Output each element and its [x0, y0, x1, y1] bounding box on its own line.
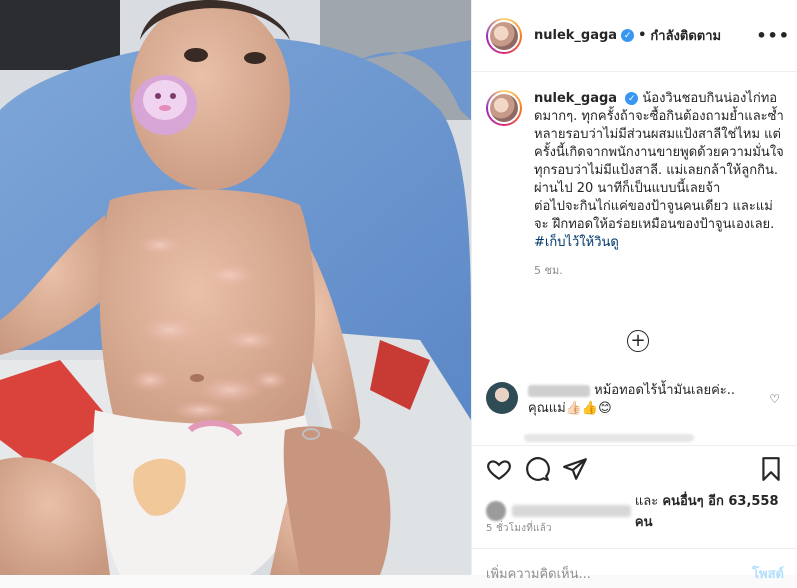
heart-icon[interactable] [486, 456, 512, 482]
caption-username[interactable]: nulek_gaga [534, 91, 617, 106]
comment-body: หม้อทอดไร้น้ำมันเลยค่ะ.. คุณแม่👍🏻👍😊 [528, 382, 758, 418]
caption-body: nulek_gaga ✓ น้องวินชอบกินน่องไก่ทอดมากๆ… [534, 90, 786, 280]
verified-badge-icon: ✓ [621, 29, 635, 42]
send-icon[interactable] [562, 456, 588, 482]
avatar-image [488, 92, 520, 124]
next-comment-preview [524, 434, 694, 442]
commenter-username[interactable] [528, 384, 590, 397]
likes-text: และ คนอื่นๆ อีก 63,558 คน [635, 490, 797, 532]
author-username[interactable]: nulek_gaga [534, 28, 617, 43]
liker-avatar[interactable] [486, 501, 506, 521]
post-comment-button[interactable]: โพสต์ [752, 563, 784, 584]
avatar-image [488, 19, 520, 52]
comment-input[interactable]: เพิ่มความคิดเห็น... [486, 563, 591, 584]
post-photo[interactable] [0, 0, 471, 575]
comment-like-heart-icon[interactable]: ♡ [769, 392, 780, 406]
commenter-avatar[interactable] [486, 382, 518, 414]
instagram-post: nulek_gaga ✓ • กำลังติดตาม ••• nulek_gag… [0, 0, 797, 582]
post-header: nulek_gaga ✓ • กำลังติดตาม ••• [472, 0, 797, 72]
liker-username[interactable] [511, 505, 631, 517]
bookmark-icon[interactable] [758, 456, 784, 482]
caption-text: น้องวินชอบกินน่องไก่ทอดมากๆ. ทุกครั้งถ้า… [534, 91, 784, 232]
baby-photo-illustration [0, 0, 471, 575]
author-avatar[interactable] [486, 17, 522, 54]
comment-icon[interactable] [524, 456, 550, 482]
add-comment-bar: เพิ่มความคิดเห็น... โพสต์ [472, 548, 797, 588]
following-button[interactable]: กำลังติดตาม [650, 25, 721, 46]
more-options-icon[interactable]: ••• [756, 26, 790, 45]
caption-avatar[interactable] [486, 90, 522, 126]
likes-prefix: และ [634, 494, 663, 509]
caption-time[interactable]: 5 ชม. [534, 262, 786, 280]
verified-badge-icon: ✓ [625, 92, 639, 105]
load-more-comments-icon[interactable]: + [627, 330, 649, 352]
post-actions-bar [472, 445, 797, 485]
post-caption: nulek_gaga ✓ น้องวินชอบกินน่องไก่ทอดมากๆ… [486, 90, 786, 280]
separator-dot: • [638, 28, 647, 43]
comment-item: หม้อทอดไร้น้ำมันเลยค่ะ.. คุณแม่👍🏻👍😊 ♡ [486, 382, 786, 418]
caption-hashtag[interactable]: #เก็บไว้ให้วินดู [534, 235, 619, 250]
post-details-panel: nulek_gaga ✓ • กำลังติดตาม ••• nulek_gag… [471, 0, 797, 582]
post-timestamp[interactable]: 5 ชั่วโมงที่แล้ว [486, 521, 552, 536]
